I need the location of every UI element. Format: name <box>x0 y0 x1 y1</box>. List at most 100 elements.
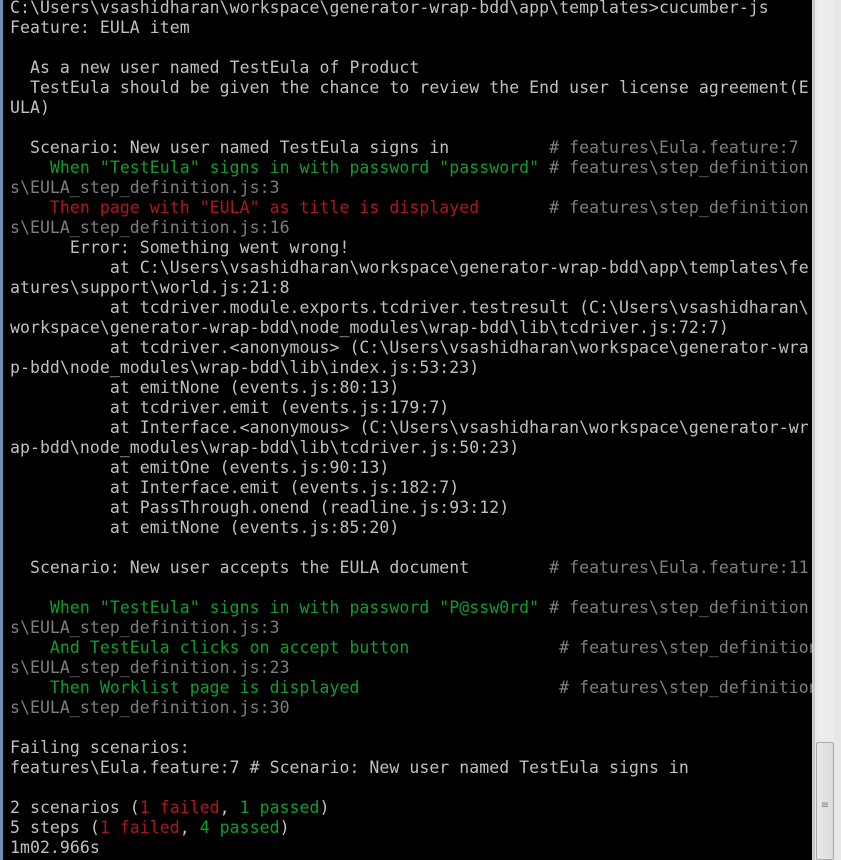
terminal-line: at Interface.<anonymous> (C:\Users\vsash… <box>10 418 812 438</box>
terminal-text-segment: at emitNone (events.js:80:13) <box>10 378 400 397</box>
terminal-line: at PassThrough.onend (readline.js:93:12) <box>10 498 812 518</box>
terminal-line: ULA) <box>10 98 812 118</box>
terminal-line: TestEula should be given the chance to r… <box>10 78 812 98</box>
terminal-line: As a new user named TestEula of Product <box>10 58 812 78</box>
terminal-line: And TestEula clicks on accept button # f… <box>10 638 812 658</box>
terminal-text-segment: at Interface.<anonymous> (C:\Users\vsash… <box>10 418 809 437</box>
terminal-line: Feature: EULA item <box>10 18 812 38</box>
window-frame-edge <box>0 0 3 860</box>
terminal-line: Scenario: New user named TestEula signs … <box>10 138 812 158</box>
terminal-text-segment: at emitNone (events.js:85:20) <box>10 518 400 537</box>
terminal-line: at tcdriver.<anonymous> (C:\Users\vsashi… <box>10 338 812 358</box>
terminal-line: When "TestEula" signs in with password "… <box>10 598 812 618</box>
console-window: C:\Users\vsashidharan\workspace\generato… <box>0 0 841 860</box>
terminal-line: p-bdd\node_modules\wrap-bdd\lib\index.js… <box>10 358 812 378</box>
terminal-text-segment: p-bdd\node_modules\wrap-bdd\lib\index.js… <box>10 358 480 377</box>
terminal-text-segment: at Interface.emit (events.js:182:7) <box>10 478 460 497</box>
terminal-text-segment: # features\step_definition <box>549 158 809 177</box>
terminal-line: 2 scenarios (1 failed, 1 passed) <box>10 798 812 818</box>
terminal-line: at emitNone (events.js:80:13) <box>10 378 812 398</box>
terminal-lines: C:\Users\vsashidharan\workspace\generato… <box>10 0 812 858</box>
terminal-line: 1m02.966s <box>10 838 812 858</box>
terminal-line: s\EULA_step_definition.js:3 <box>10 178 812 198</box>
terminal-text-segment: 1 failed <box>139 798 220 817</box>
terminal-text-segment: And TestEula clicks on accept button <box>10 638 560 657</box>
terminal-line: at tcdriver.emit (events.js:179:7) <box>10 398 812 418</box>
terminal-text-segment: s\EULA_step_definition.js:16 <box>10 218 290 237</box>
scrollbar-edge <box>813 0 815 860</box>
grip-icon: ≡ <box>820 800 830 811</box>
terminal-text-segment: # features\step_definition <box>549 198 809 217</box>
terminal-text-segment: at PassThrough.onend (readline.js:93:12) <box>10 498 510 517</box>
terminal-text-segment: features\Eula.feature:7 # Scenario: New … <box>10 758 689 777</box>
scrollbar-track[interactable] <box>817 0 834 860</box>
terminal-text-segment: 5 steps ( <box>10 818 100 837</box>
terminal-text-segment: s\EULA_step_definition.js:30 <box>10 698 290 717</box>
terminal-text-segment: 1 failed <box>99 818 180 837</box>
terminal-line: C:\Users\vsashidharan\workspace\generato… <box>10 0 812 18</box>
terminal-text-segment: # features\step_definition <box>549 598 809 617</box>
terminal-text-segment: s\EULA_step_definition.js:3 <box>10 178 280 197</box>
terminal-text-segment: at tcdriver.emit (events.js:179:7) <box>10 398 450 417</box>
terminal-text-segment: ) <box>319 798 330 817</box>
terminal-text-segment: Then Worklist page is displayed <box>10 678 560 697</box>
terminal-line: 5 steps (1 failed, 4 passed) <box>10 818 812 838</box>
terminal-text-segment: # features\step_definition <box>559 638 812 657</box>
terminal-line: ap-bdd\node_modules\wrap-bdd\lib\tcdrive… <box>10 438 812 458</box>
terminal-text-segment: , <box>179 818 200 837</box>
terminal-text-segment: Scenario: New user named TestEula signs … <box>10 138 550 157</box>
terminal-line: at emitOne (events.js:90:13) <box>10 458 812 478</box>
terminal-line: s\EULA_step_definition.js:3 <box>10 618 812 638</box>
terminal-output[interactable]: C:\Users\vsashidharan\workspace\generato… <box>0 0 812 860</box>
terminal-text-segment: 2 scenarios ( <box>10 798 140 817</box>
terminal-text-segment: 4 passed <box>199 818 280 837</box>
scrollbar-thumb[interactable]: ≡ <box>816 742 834 860</box>
terminal-line: s\EULA_step_definition.js:30 <box>10 698 812 718</box>
terminal-text-segment: workspace\generator-wrap-bdd\node_module… <box>10 318 729 337</box>
terminal-text-segment: ) <box>279 818 290 837</box>
terminal-text-segment: # features\step_definition <box>559 678 812 697</box>
terminal-text-segment: TestEula should be given the chance to r… <box>10 78 809 97</box>
terminal-text-segment: When "TestEula" signs in with password "… <box>10 158 550 177</box>
terminal-text-segment: s\EULA_step_definition.js:23 <box>10 658 290 677</box>
terminal-line: s\EULA_step_definition.js:16 <box>10 218 812 238</box>
terminal-line: workspace\generator-wrap-bdd\node_module… <box>10 318 812 338</box>
terminal-line: features\Eula.feature:7 # Scenario: New … <box>10 758 812 778</box>
terminal-text-segment: C:\Users\vsashidharan\workspace\generato… <box>10 0 769 17</box>
terminal-line: at emitNone (events.js:85:20) <box>10 518 812 538</box>
terminal-line: Scenario: New user accepts the EULA docu… <box>10 558 812 578</box>
terminal-text-segment: # features\Eula.feature:11 <box>549 558 809 577</box>
terminal-text-segment: Failing scenarios: <box>10 738 190 757</box>
vertical-scrollbar[interactable]: ≡ <box>812 0 841 860</box>
terminal-text-segment: # features\Eula.feature:7 <box>549 138 799 157</box>
terminal-text-segment: Feature: EULA item <box>10 18 190 37</box>
terminal-text-segment: atures\support\world.js:21:8 <box>10 278 290 297</box>
terminal-line: Error: Something went wrong! <box>10 238 812 258</box>
terminal-line: at tcdriver.module.exports.tcdriver.test… <box>10 298 812 318</box>
terminal-line: s\EULA_step_definition.js:23 <box>10 658 812 678</box>
terminal-line: When "TestEula" signs in with password "… <box>10 158 812 178</box>
terminal-line: Failing scenarios: <box>10 738 812 758</box>
terminal-text-segment: As a new user named TestEula of Product <box>10 58 420 77</box>
terminal-line: at Interface.emit (events.js:182:7) <box>10 478 812 498</box>
terminal-text-segment: at C:\Users\vsashidharan\workspace\gener… <box>10 258 809 277</box>
terminal-text-segment: at tcdriver.<anonymous> (C:\Users\vsashi… <box>10 338 809 357</box>
terminal-text-segment: Scenario: New user accepts the EULA docu… <box>10 558 550 577</box>
terminal-text-segment: at tcdriver.module.exports.tcdriver.test… <box>10 298 809 317</box>
terminal-line: atures\support\world.js:21:8 <box>10 278 812 298</box>
terminal-line: Then page with "EULA" as title is displa… <box>10 198 812 218</box>
terminal-line: Then Worklist page is displayed # featur… <box>10 678 812 698</box>
terminal-text-segment: ap-bdd\node_modules\wrap-bdd\lib\tcdrive… <box>10 438 520 457</box>
terminal-text-segment: , <box>219 798 240 817</box>
terminal-text-segment: ULA) <box>10 98 50 117</box>
terminal-text-segment: Then page with "EULA" as title is displa… <box>10 198 550 217</box>
terminal-text-segment: When "TestEula" signs in with password "… <box>10 598 550 617</box>
terminal-text-segment: s\EULA_step_definition.js:3 <box>10 618 280 637</box>
terminal-text-segment: at emitOne (events.js:90:13) <box>10 458 390 477</box>
terminal-text-segment: 1m02.966s <box>10 838 100 857</box>
